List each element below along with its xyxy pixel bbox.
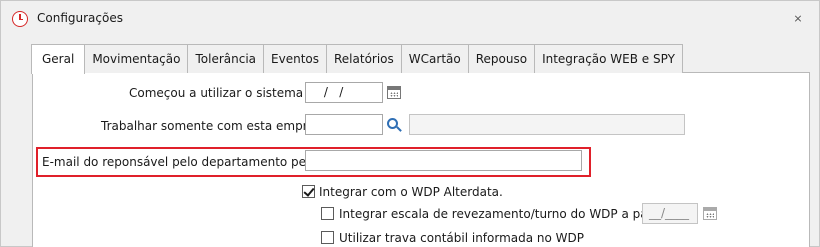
wdp-integration-label: Integrar com o WDP Alterdata.	[319, 185, 503, 199]
configuracoes-window: Configurações ⨯ Geral Movimentação Toler…	[0, 0, 820, 247]
tab-tolerancia[interactable]: Tolerância	[187, 44, 265, 73]
start-date-calendar-button[interactable]	[383, 82, 404, 103]
tab-movimentacao[interactable]: Movimentação	[84, 44, 189, 73]
company-label: Trabalhar somente com esta empresa:	[101, 119, 333, 133]
calendar-icon	[386, 86, 401, 99]
start-date-label: Começou a utilizar o sistema em:	[129, 86, 331, 100]
tab-repouso[interactable]: Repouso	[467, 44, 536, 73]
rotation-scale-date-field[interactable]: __/____	[642, 203, 698, 224]
accounting-lock-checkbox[interactable]	[321, 231, 334, 244]
email-field[interactable]	[305, 150, 582, 171]
accounting-lock-label: Utilizar trava contábil informada no WDP	[339, 231, 585, 245]
rotation-scale-label: Integrar escala de revezamento/turno do …	[339, 207, 689, 221]
tab-strip: Geral Movimentação Tolerância Eventos Re…	[31, 44, 683, 74]
window-title: Configurações	[37, 11, 123, 25]
tab-geral[interactable]: Geral	[31, 44, 86, 74]
tab-integracao-web-spy[interactable]: Integração WEB e SPY	[534, 44, 683, 73]
company-code-field[interactable]	[305, 114, 383, 135]
title-bar: Configurações ⨯	[1, 1, 819, 35]
tab-wcartao[interactable]: WCartão	[400, 44, 469, 73]
tab-relatorios[interactable]: Relatórios	[326, 44, 402, 73]
calendar-icon	[702, 207, 717, 220]
clock-icon	[12, 11, 28, 27]
search-icon	[386, 117, 398, 129]
close-icon[interactable]: ⨯	[791, 12, 805, 26]
company-search-button[interactable]	[383, 114, 404, 135]
start-date-field[interactable]: / /	[305, 82, 383, 103]
email-label: E-mail do reponsável pelo departamento p…	[42, 155, 341, 169]
company-name-field	[409, 114, 685, 135]
rotation-scale-checkbox[interactable]	[321, 207, 334, 220]
wdp-integration-checkbox[interactable]	[302, 185, 315, 198]
rotation-scale-calendar-button[interactable]	[699, 203, 720, 224]
tab-eventos[interactable]: Eventos	[263, 44, 327, 73]
